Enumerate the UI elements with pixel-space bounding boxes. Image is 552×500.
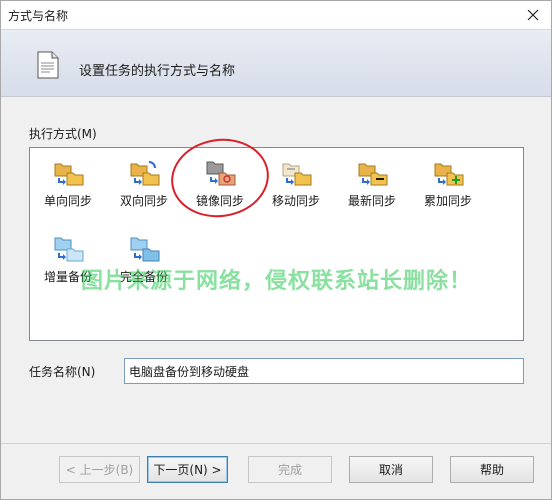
close-icon[interactable] (519, 3, 547, 27)
help-button[interactable]: 帮助 (450, 456, 534, 483)
next-button[interactable]: 下一页(N) > (147, 456, 228, 483)
wizard-header: 设置任务的执行方式与名称 (1, 29, 551, 97)
method-label: 双向同步 (119, 194, 168, 208)
full-backup-icon (127, 232, 161, 269)
method-list[interactable]: 单向同步 双向同步 镜像同步 移动同步 最新同步 累加同步 增量备份 完全备份 (29, 147, 524, 341)
window-title: 方式与名称 (8, 9, 69, 23)
move-sync-icon (279, 156, 313, 193)
method-label: 累加同步 (423, 194, 472, 208)
method-one-way-sync[interactable]: 单向同步 (31, 152, 105, 222)
method-newest-sync[interactable]: 最新同步 (335, 152, 409, 222)
header-title: 设置任务的执行方式与名称 (79, 64, 236, 79)
dialog-window: 方式与名称 设置任务的执行方式与名称 执行方式(M) 单向同步 双向同步 镜像同… (0, 0, 552, 500)
finish-button[interactable]: 完成 (248, 456, 332, 483)
mirror-sync-icon (203, 156, 237, 193)
two-way-sync-icon (127, 156, 161, 193)
title-bar[interactable]: 方式与名称 (1, 1, 551, 29)
incremental-backup-icon (51, 232, 85, 269)
back-button[interactable]: < 上一步(B) (59, 456, 140, 483)
method-label: 增量备份 (43, 270, 92, 284)
footer-divider (1, 443, 551, 444)
method-cumulative-sync[interactable]: 累加同步 (411, 152, 485, 222)
method-label: 镜像同步 (195, 194, 244, 208)
task-name-input[interactable] (124, 358, 524, 384)
cumulative-sync-icon (431, 156, 465, 193)
cancel-button[interactable]: 取消 (349, 456, 433, 483)
method-label: 移动同步 (271, 194, 320, 208)
one-way-sync-icon (51, 156, 85, 193)
method-label: 完全备份 (119, 270, 168, 284)
method-label: 最新同步 (347, 194, 396, 208)
method-section-label: 执行方式(M) (29, 127, 97, 141)
method-mirror-sync[interactable]: 镜像同步 (183, 152, 257, 222)
method-incremental-backup[interactable]: 增量备份 (31, 228, 105, 298)
document-icon (37, 51, 59, 82)
method-move-sync[interactable]: 移动同步 (259, 152, 333, 222)
method-two-way-sync[interactable]: 双向同步 (107, 152, 181, 222)
method-label: 单向同步 (43, 194, 92, 208)
task-name-label: 任务名称(N) (29, 365, 96, 379)
newest-sync-icon (355, 156, 389, 193)
method-full-backup[interactable]: 完全备份 (107, 228, 181, 298)
